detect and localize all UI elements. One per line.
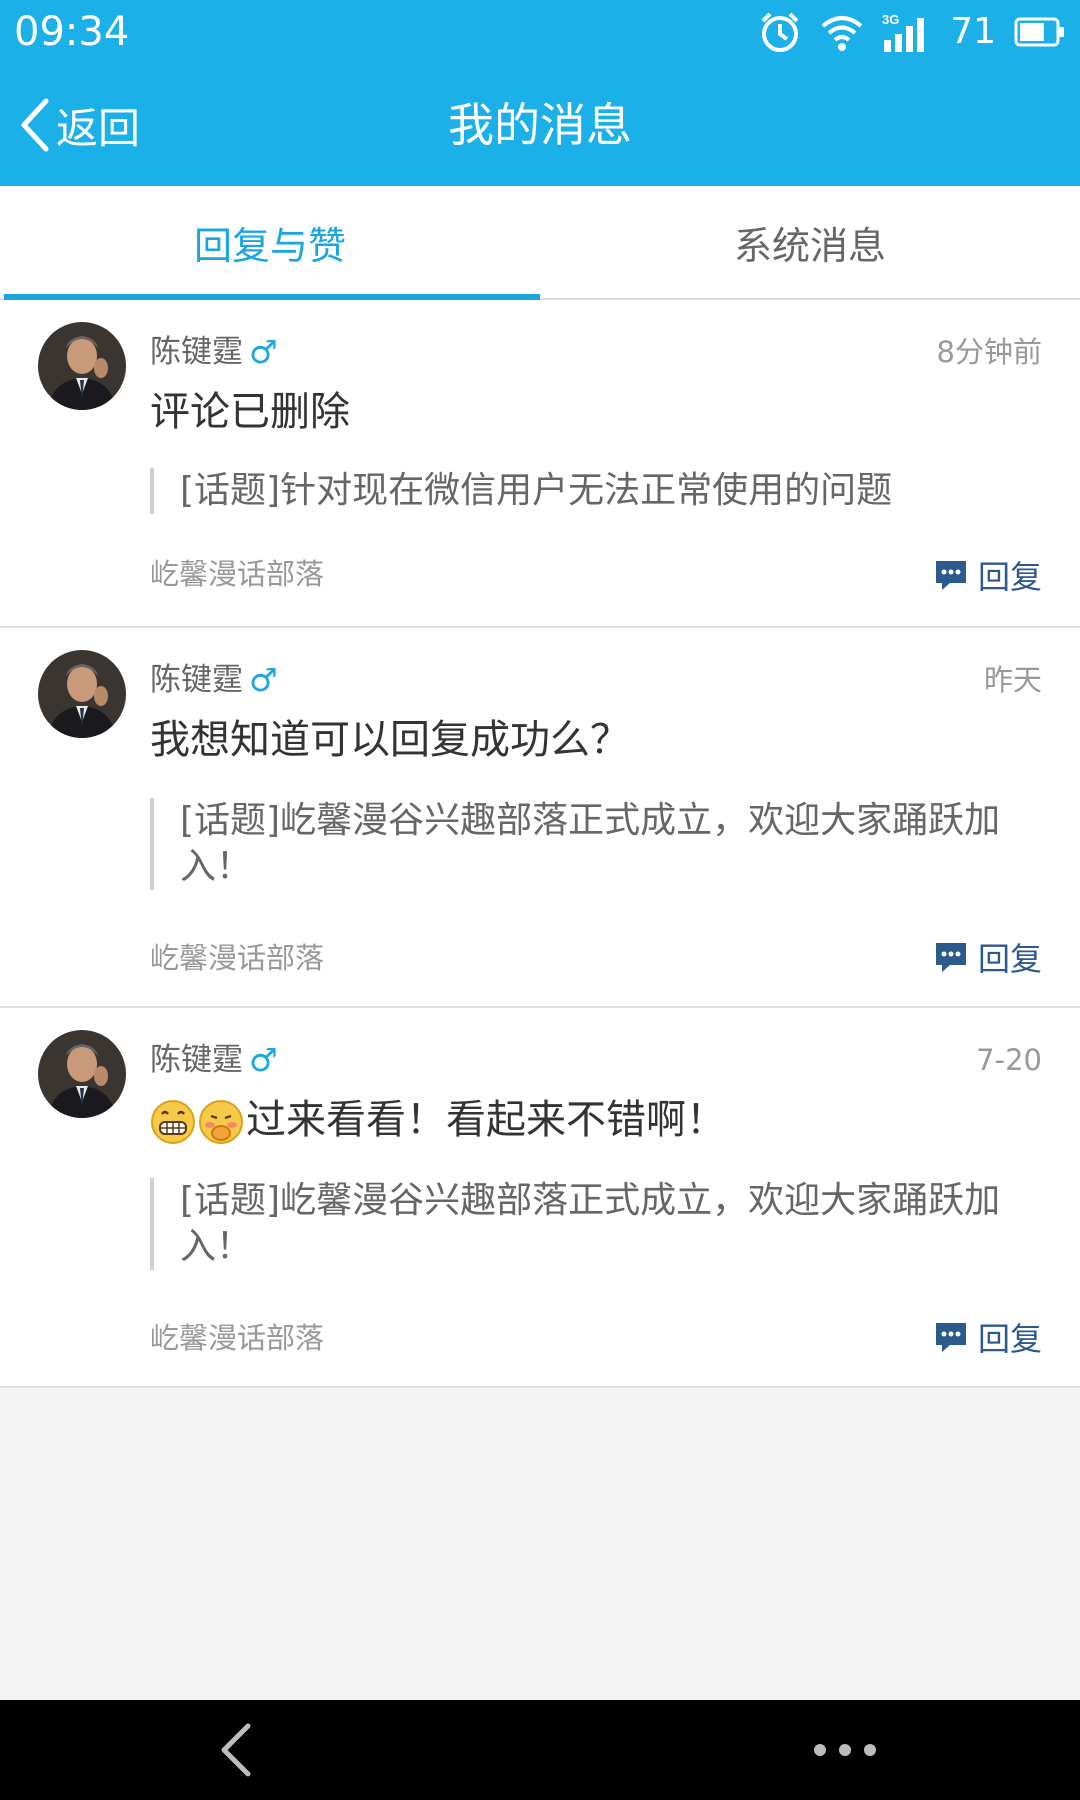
alarm-icon <box>761 12 799 52</box>
message-source[interactable]: 屹馨漫话部落 <box>150 938 324 978</box>
male-icon: ♂ <box>249 1041 278 1079</box>
reply-button[interactable]: 回复 <box>934 1314 1042 1360</box>
message-content: 评论已删除 <box>150 389 350 435</box>
title-bar: 返回 我的消息 <box>0 64 1080 186</box>
status-bar: 09:34 3G 71 <box>0 0 1080 64</box>
comment-icon <box>935 943 966 972</box>
network-type: 3G <box>882 12 899 27</box>
shy-emoji-icon <box>199 1100 243 1144</box>
reply-button[interactable]: 回复 <box>934 934 1042 980</box>
nav-back-icon[interactable] <box>210 1722 266 1778</box>
username-text: 陈键霆 <box>150 334 243 370</box>
message-source[interactable]: 屹馨漫话部落 <box>150 554 324 594</box>
username[interactable]: 陈键霆 ♂ <box>150 1038 278 1082</box>
username-text: 陈键霆 <box>150 662 243 698</box>
reply-label: 回复 <box>977 1320 1042 1358</box>
message-time: 8分钟前 <box>936 335 1042 369</box>
comment-icon <box>935 561 966 590</box>
grin-emoji-icon <box>151 1100 195 1144</box>
male-icon: ♂ <box>249 661 278 699</box>
tab-replies-likes[interactable]: 回复与赞 <box>0 186 540 298</box>
wifi-icon <box>821 16 863 51</box>
message-item[interactable]: 陈键霆 ♂ 昨天 我想知道可以回复成功么？ [话题]屹馨漫谷兴趣部落正式成立，欢… <box>0 628 1080 1008</box>
signal-icon: 3G <box>882 12 925 52</box>
message-time: 7-20 <box>976 1043 1042 1077</box>
status-time: 09:34 <box>14 9 130 55</box>
app-header: 09:34 3G 71 返回 我的消息 <box>0 0 1080 186</box>
screen: 09:34 3G 71 返回 我的消息 回复与赞 系统消息 陈键霆 ♂ 8分钟前… <box>0 0 1080 1800</box>
message-text: 过来看看！看起来不错啊！ <box>246 1097 726 1143</box>
message-content: 过来看看！看起来不错啊！ <box>150 1092 1040 1148</box>
more-icon[interactable] <box>810 1736 880 1764</box>
message-time: 昨天 <box>983 663 1042 697</box>
reply-button[interactable]: 回复 <box>934 552 1042 598</box>
avatar[interactable] <box>38 650 126 738</box>
message-list: 陈键霆 ♂ 8分钟前 评论已删除 [话题]针对现在微信用户无法正常使用的问题 屹… <box>0 300 1080 1388</box>
message-item[interactable]: 陈键霆 ♂ 7-20 过来看看！看起来不错啊！ [话题]屹馨漫谷兴趣部落正式成立… <box>0 1008 1080 1388</box>
avatar[interactable] <box>38 322 126 410</box>
battery-icon <box>1014 17 1064 47</box>
username-text: 陈键霆 <box>150 1042 243 1078</box>
quoted-topic[interactable]: [话题]屹馨漫谷兴趣部落正式成立，欢迎大家踊跃加入！ <box>150 1178 1030 1270</box>
message-item[interactable]: 陈键霆 ♂ 8分钟前 评论已删除 [话题]针对现在微信用户无法正常使用的问题 屹… <box>0 300 1080 628</box>
message-content: 我想知道可以回复成功么？ <box>150 717 630 763</box>
reply-label: 回复 <box>977 940 1042 978</box>
tab-system-messages[interactable]: 系统消息 <box>540 186 1080 298</box>
battery-level: 71 <box>950 11 996 52</box>
username[interactable]: 陈键霆 ♂ <box>150 330 278 374</box>
avatar[interactable] <box>38 1030 126 1118</box>
status-icons: 3G 71 <box>758 6 1066 58</box>
quoted-topic[interactable]: [话题]针对现在微信用户无法正常使用的问题 <box>150 468 1030 514</box>
username[interactable]: 陈键霆 ♂ <box>150 658 278 702</box>
comment-icon <box>935 1323 966 1352</box>
quoted-topic[interactable]: [话题]屹馨漫谷兴趣部落正式成立，欢迎大家踊跃加入！ <box>150 798 1030 890</box>
message-source[interactable]: 屹馨漫话部落 <box>150 1318 324 1358</box>
tab-bar: 回复与赞 系统消息 <box>0 186 1080 300</box>
reply-label: 回复 <box>977 558 1042 596</box>
male-icon: ♂ <box>249 333 278 371</box>
system-nav-bar <box>0 1700 1080 1800</box>
page-title: 我的消息 <box>448 98 632 152</box>
